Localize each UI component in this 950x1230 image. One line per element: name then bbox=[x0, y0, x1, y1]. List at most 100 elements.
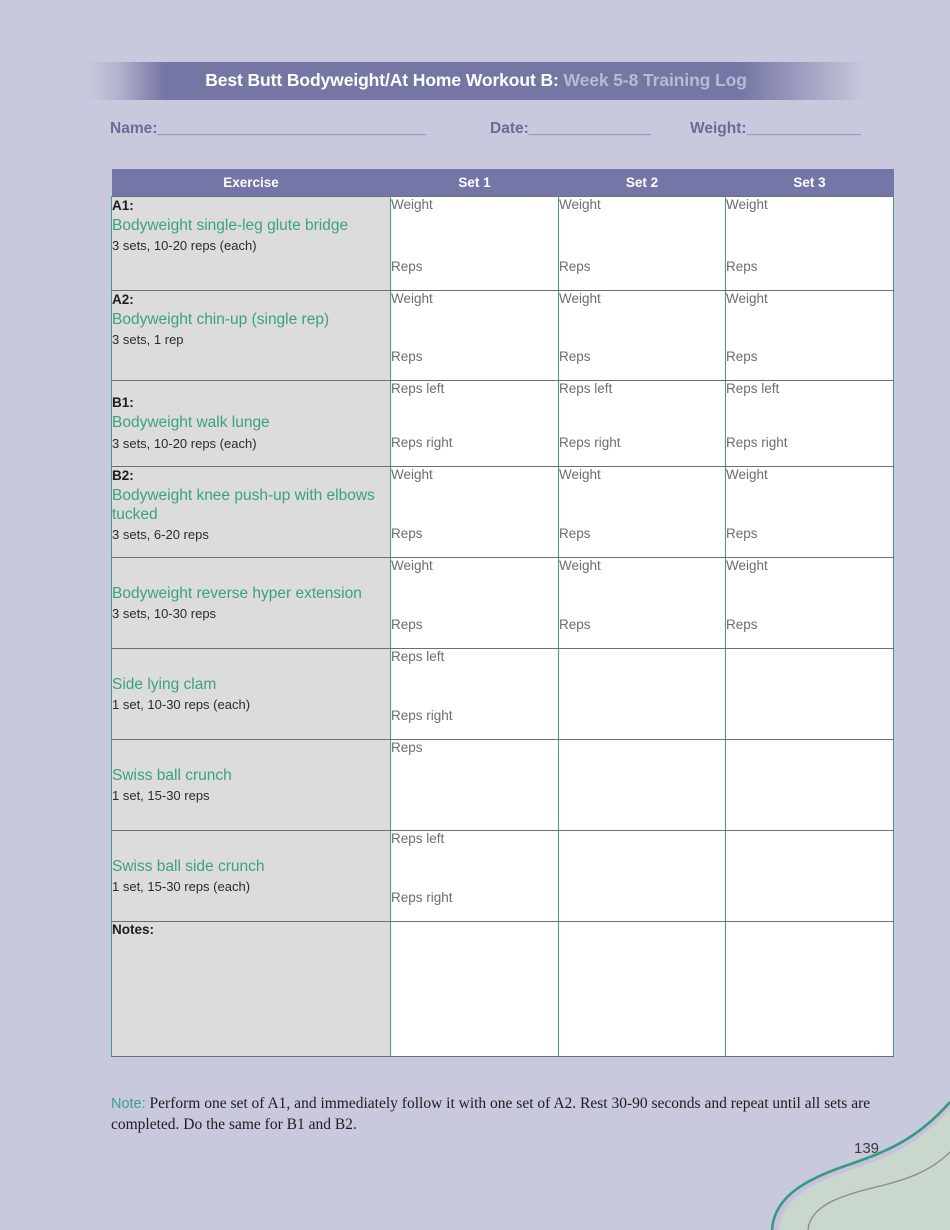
set-entry-bottom-label: Reps bbox=[726, 348, 758, 364]
date-field[interactable]: Date:_______________ bbox=[490, 120, 690, 138]
exercise-detail: 1 set, 10-30 reps (each) bbox=[112, 696, 251, 712]
set-entry-space[interactable] bbox=[559, 574, 725, 617]
notes-set1-cell[interactable] bbox=[390, 921, 559, 1057]
set3-cell[interactable]: Reps left Reps right bbox=[725, 380, 894, 467]
exercise-code: A2: bbox=[112, 292, 134, 307]
set-entry-space[interactable] bbox=[391, 756, 558, 815]
notes-set3-cell[interactable] bbox=[725, 921, 894, 1057]
set1-cell[interactable]: Reps left Reps right bbox=[390, 648, 559, 740]
exercise-cell: B2: Bodyweight knee push-up with elbows … bbox=[111, 466, 391, 558]
exercise-name: Bodyweight knee push-up with elbows tuck… bbox=[112, 487, 375, 524]
footer-note: Note: Perform one set of A1, and immedia… bbox=[111, 1094, 901, 1135]
exercise-cell: B1: Bodyweight walk lunge 3 sets, 10-20 … bbox=[111, 380, 391, 467]
set-entry-space[interactable] bbox=[391, 665, 558, 708]
set-entry-bottom-label: Reps bbox=[559, 348, 591, 364]
set3-cell[interactable] bbox=[725, 830, 894, 922]
exercise-name: Swiss ball crunch bbox=[112, 766, 232, 784]
set-entry-bottom-label: Reps right bbox=[726, 434, 788, 450]
set-entry-bottom-label: Reps right bbox=[391, 889, 453, 905]
page-number: 139 bbox=[854, 1140, 880, 1157]
set-entry-space[interactable] bbox=[559, 483, 725, 526]
name-field[interactable]: Name:_________________________________ bbox=[110, 120, 490, 138]
set2-cell[interactable]: Weight Reps bbox=[558, 466, 726, 558]
set-entry-top-label: Reps left bbox=[559, 381, 613, 396]
set-entry-space[interactable] bbox=[559, 213, 725, 259]
set-entry-space[interactable] bbox=[559, 307, 725, 349]
set-entry-space[interactable] bbox=[726, 831, 893, 906]
set-entry-top-label: Weight bbox=[391, 291, 433, 306]
exercise-name: Bodyweight walk lunge bbox=[112, 414, 270, 432]
exercise-detail: 1 set, 15-30 reps bbox=[112, 787, 210, 803]
set-entry-space[interactable] bbox=[391, 574, 558, 617]
exercise-cell: Swiss ball crunch 1 set, 15-30 reps bbox=[111, 739, 391, 831]
set1-cell[interactable]: Reps left Reps right bbox=[390, 830, 559, 922]
set2-cell[interactable]: Weight Reps bbox=[558, 290, 726, 381]
set-entry-bottom-label: Reps right bbox=[559, 434, 621, 450]
set-entry-bottom-label: Reps right bbox=[391, 707, 453, 723]
set1-cell[interactable]: Weight Reps bbox=[390, 290, 559, 381]
set-entry-space[interactable] bbox=[391, 847, 558, 890]
set-entry-top-label: Reps left bbox=[726, 381, 780, 396]
set-entry-space[interactable] bbox=[726, 213, 893, 259]
notes-label: Notes: bbox=[112, 922, 155, 937]
date-rule: _______________ bbox=[528, 120, 651, 137]
weight-field[interactable]: Weight:______________ bbox=[690, 120, 900, 138]
set-entry-space[interactable] bbox=[726, 397, 893, 435]
set-entry-bottom-label: Reps bbox=[391, 616, 423, 632]
set-entry-space[interactable] bbox=[726, 483, 893, 526]
training-log-table: Exercise Set 1 Set 2 Set 3 A1: Bodyweigh… bbox=[111, 169, 894, 1057]
set2-cell[interactable]: Reps left Reps right bbox=[558, 380, 726, 467]
set-entry-space[interactable] bbox=[559, 649, 725, 724]
set-entry-space[interactable] bbox=[559, 397, 725, 435]
set-entry-bottom-label: Reps bbox=[726, 258, 758, 274]
set-entry-space[interactable] bbox=[726, 649, 893, 724]
set3-cell[interactable] bbox=[725, 739, 894, 831]
set2-cell[interactable] bbox=[558, 739, 726, 831]
name-label: Name: bbox=[110, 120, 158, 137]
set1-cell[interactable]: Weight Reps bbox=[390, 466, 559, 558]
set-entry-space[interactable] bbox=[726, 307, 893, 349]
column-header-set2: Set 2 bbox=[558, 169, 726, 197]
date-label: Date: bbox=[490, 120, 529, 137]
set1-cell[interactable]: Reps left Reps right bbox=[390, 380, 559, 467]
exercise-name: Bodyweight single-leg glute bridge bbox=[112, 217, 349, 235]
column-header-set3: Set 3 bbox=[725, 169, 894, 197]
set-entry-top-label: Reps left bbox=[391, 649, 445, 664]
set-entry-top-label: Reps left bbox=[391, 381, 445, 396]
set2-cell[interactable] bbox=[558, 648, 726, 740]
title-mid-part: Workout B: bbox=[461, 70, 559, 91]
set-entry-space[interactable] bbox=[559, 831, 725, 906]
notes-set2-cell[interactable] bbox=[558, 921, 726, 1057]
set-entry-space[interactable] bbox=[391, 483, 558, 526]
exercise-cell: Swiss ball side crunch 1 set, 15-30 reps… bbox=[111, 830, 391, 922]
set3-cell[interactable]: Weight Reps bbox=[725, 196, 894, 291]
set3-cell[interactable]: Weight Reps bbox=[725, 557, 894, 649]
table-header-row: Exercise Set 1 Set 2 Set 3 bbox=[111, 169, 894, 197]
set3-cell[interactable] bbox=[725, 648, 894, 740]
set-entry-space[interactable] bbox=[391, 307, 558, 349]
set-entry-space[interactable] bbox=[726, 740, 893, 815]
notes-cell[interactable]: Notes: bbox=[111, 921, 391, 1057]
set3-cell[interactable]: Weight Reps bbox=[725, 290, 894, 381]
exercise-cell: A1: Bodyweight single-leg glute bridge 3… bbox=[111, 196, 391, 291]
set1-cell[interactable]: Weight Reps bbox=[390, 557, 559, 649]
set-entry-space[interactable] bbox=[391, 397, 558, 435]
footer-note-label: Note: bbox=[111, 1096, 146, 1112]
table-row: Swiss ball crunch 1 set, 15-30 reps Reps bbox=[111, 739, 894, 831]
set-entry-space[interactable] bbox=[559, 740, 725, 815]
set-entry-space[interactable] bbox=[726, 574, 893, 617]
set2-cell[interactable]: Weight Reps bbox=[558, 557, 726, 649]
set-entry-top-label: Weight bbox=[559, 558, 601, 573]
workout-log-page: Best Butt Bodyweight/At Home Workout B: … bbox=[0, 0, 950, 1230]
set2-cell[interactable]: Weight Reps bbox=[558, 196, 726, 291]
identity-fields-row: Name:_________________________________ D… bbox=[110, 120, 900, 144]
set1-cell[interactable]: Weight Reps bbox=[390, 196, 559, 291]
exercise-name: Swiss ball side crunch bbox=[112, 857, 265, 875]
exercise-detail: 3 sets, 10-30 reps bbox=[112, 605, 217, 621]
set2-cell[interactable] bbox=[558, 830, 726, 922]
set1-cell[interactable]: Reps bbox=[390, 739, 559, 831]
set-entry-space[interactable] bbox=[391, 213, 558, 259]
set3-cell[interactable]: Weight Reps bbox=[725, 466, 894, 558]
set-entry-top-label: Weight bbox=[559, 467, 601, 482]
set-entry-bottom-label: Reps bbox=[559, 616, 591, 632]
